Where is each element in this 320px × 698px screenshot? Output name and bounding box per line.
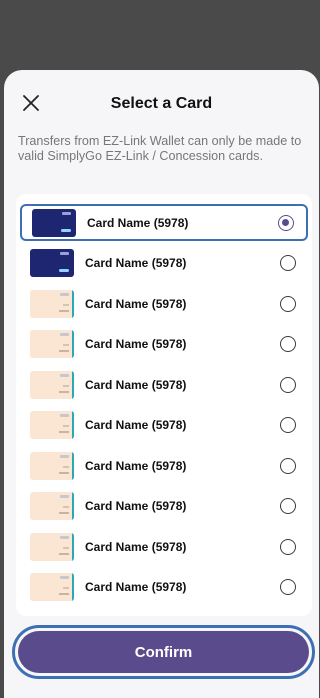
card-thumbnail — [30, 329, 74, 358]
card-option-row[interactable]: Card Name (5978) — [20, 366, 308, 403]
card-name-label: Card Name (5978) — [85, 458, 187, 473]
card-list: Card Name (5978) Card Name (5978) Card Nam… — [16, 194, 312, 616]
radio-unselected-icon[interactable] — [280, 578, 296, 595]
card-thumbnail — [30, 289, 74, 318]
transfer-notice: Transfers from EZ-Link Wallet can only b… — [18, 134, 302, 163]
page-title: Select a Card — [110, 95, 213, 112]
radio-unselected-icon[interactable] — [280, 538, 296, 555]
card-name-label: Card Name (5978) — [85, 377, 187, 392]
confirm-button-focus-ring: Confirm — [12, 625, 315, 679]
card-name-label: Card Name (5978) — [85, 539, 187, 554]
card-thumbnail — [30, 451, 74, 480]
card-option-row[interactable]: Card Name (5978) — [20, 568, 308, 605]
card-option-row[interactable]: Card Name (5978) — [20, 528, 308, 565]
card-option-row[interactable]: Card Name (5978) — [20, 406, 308, 443]
card-thumbnail — [30, 532, 74, 561]
card-option-row[interactable]: Card Name (5978) — [20, 244, 308, 281]
card-thumbnail — [30, 491, 74, 520]
radio-unselected-icon[interactable] — [280, 497, 296, 514]
card-name-label: Card Name (5978) — [85, 498, 187, 513]
radio-unselected-icon[interactable] — [280, 416, 296, 433]
card-option-row[interactable]: Card Name (5978) — [20, 204, 308, 241]
card-option-row[interactable]: Card Name (5978) — [20, 487, 308, 524]
card-name-label: Card Name (5978) — [85, 579, 187, 594]
radio-unselected-icon[interactable] — [280, 335, 296, 352]
confirm-button[interactable]: Confirm — [18, 631, 309, 673]
radio-selected-icon[interactable] — [278, 214, 294, 231]
card-name-label: Card Name (5978) — [85, 417, 187, 432]
card-name-label: Card Name (5978) — [85, 336, 187, 351]
card-name-label: Card Name (5978) — [87, 215, 189, 230]
radio-unselected-icon[interactable] — [280, 254, 296, 271]
sheet-header: Select a Card — [4, 70, 319, 128]
card-thumbnail — [30, 370, 74, 399]
card-name-label: Card Name (5978) — [85, 296, 187, 311]
card-option-row[interactable]: Card Name (5978) — [20, 447, 308, 484]
card-thumbnail — [30, 410, 74, 439]
radio-unselected-icon[interactable] — [280, 376, 296, 393]
card-name-label: Card Name (5978) — [85, 255, 187, 270]
card-option-row[interactable]: Card Name (5978) — [20, 285, 308, 322]
card-thumbnail — [32, 208, 76, 237]
radio-unselected-icon[interactable] — [280, 457, 296, 474]
radio-unselected-icon[interactable] — [280, 295, 296, 312]
card-thumbnail — [30, 248, 74, 277]
card-option-row[interactable]: Card Name (5978) — [20, 325, 308, 362]
card-thumbnail — [30, 572, 74, 601]
backdrop-overlay — [0, 0, 319, 70]
select-card-sheet: Select a Card Transfers from EZ-Link Wal… — [4, 70, 319, 698]
